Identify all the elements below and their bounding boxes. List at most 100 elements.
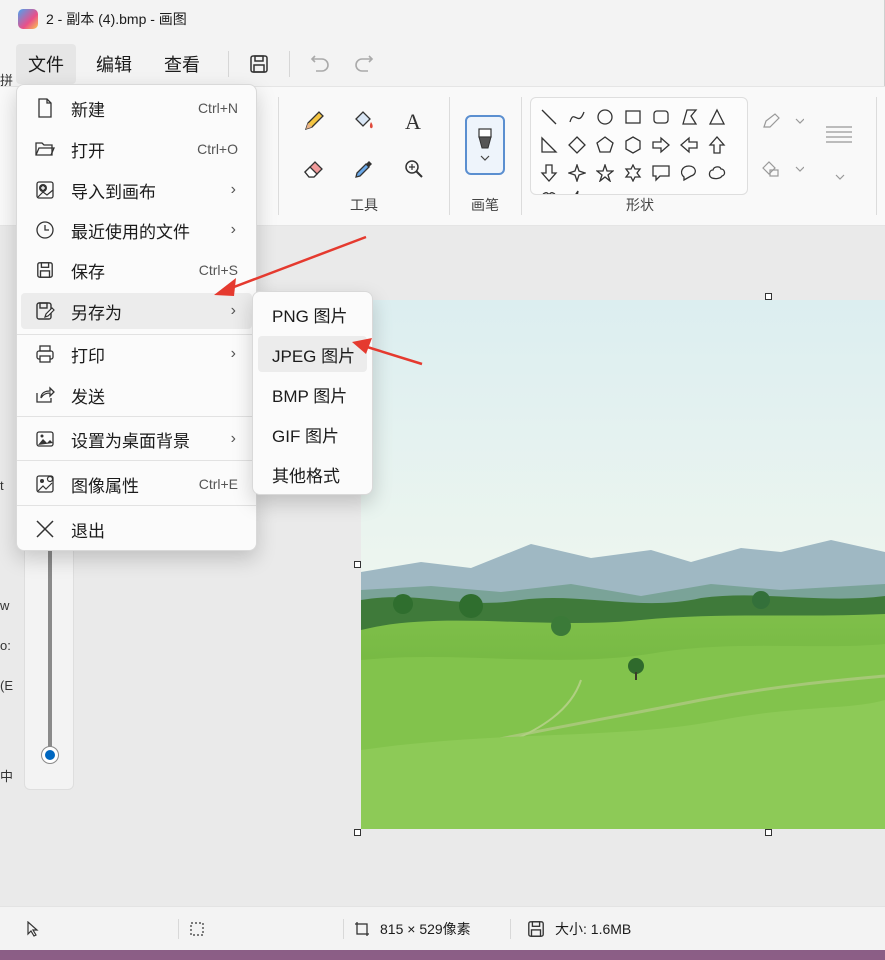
menu-file[interactable]: 文件 [16, 44, 76, 84]
desktop-background-icon [33, 427, 57, 451]
toolbar-separator [289, 51, 290, 77]
status-bar: 815 × 529像素 大小: 1.6MB [0, 906, 885, 950]
menu-item-label: 保存 [71, 262, 105, 282]
shape-fill-icon[interactable] [758, 153, 806, 185]
pointer-icon [27, 920, 39, 937]
ribbon-separator [278, 97, 279, 215]
magnifier-icon[interactable] [398, 153, 430, 185]
five-point-star-shape-icon[interactable] [594, 162, 616, 184]
redo-icon[interactable] [346, 46, 382, 82]
menu-separator [17, 416, 256, 417]
undo-icon[interactable] [302, 46, 338, 82]
menu-item-new[interactable]: 新建 Ctrl+N [21, 90, 252, 126]
down-arrow-shape-icon[interactable] [538, 162, 560, 184]
shapes-gallery [530, 97, 748, 195]
menu-item-label: 新建 [71, 100, 105, 120]
title-bar: 2 - 副本 (4).bmp - 画图 [0, 0, 885, 38]
menu-item-save-as[interactable]: 另存为 › [21, 293, 252, 329]
resize-handle-left[interactable] [354, 561, 361, 568]
landscape-image [361, 300, 885, 829]
triangle-shape-icon[interactable] [706, 106, 728, 128]
oval-callout-shape-icon[interactable] [678, 162, 700, 184]
printer-icon [33, 342, 57, 366]
brushes-group: 画笔 [450, 95, 520, 219]
zoom-slider-thumb[interactable] [42, 747, 58, 763]
eraser-icon[interactable] [298, 153, 330, 185]
resize-handle-bottom-left[interactable] [354, 829, 361, 836]
brush-button[interactable] [465, 115, 505, 175]
menu-item-recent[interactable]: 最近使用的文件 › [21, 212, 252, 248]
resize-handle-bottom[interactable] [765, 829, 772, 836]
text-icon[interactable]: A [398, 105, 430, 137]
diamond-shape-icon[interactable] [566, 134, 588, 156]
heart-shape-icon[interactable] [538, 188, 560, 194]
menu-item-print[interactable]: 打印 › [21, 336, 252, 372]
edge-text: 中 [0, 769, 14, 784]
save-as-icon [33, 299, 57, 323]
chevron-right-icon: › [230, 221, 236, 238]
brushes-group-label: 画笔 [471, 197, 499, 213]
new-file-icon [33, 96, 57, 120]
pentagon-shape-icon[interactable] [594, 134, 616, 156]
file-size-text: 大小: 1.6MB [555, 920, 632, 937]
zoom-slider-panel [24, 520, 74, 790]
oval-shape-icon[interactable] [594, 106, 616, 128]
menu-item-label: 图像属性 [71, 476, 139, 496]
curve-shape-icon[interactable] [566, 106, 588, 128]
lightning-shape-icon[interactable] [566, 188, 588, 194]
toolbar-separator [228, 51, 229, 77]
selection-size [179, 907, 343, 950]
shape-outline-icon[interactable] [758, 105, 806, 137]
menu-item-open[interactable]: 打开 Ctrl+O [21, 131, 252, 167]
selection-icon [190, 921, 204, 936]
menu-item-exit[interactable]: 退出 [21, 511, 252, 547]
edge-text: 拼 [0, 73, 14, 88]
line-shape-icon[interactable] [538, 106, 560, 128]
edge-text: o: [0, 638, 11, 653]
resize-handle-top[interactable] [765, 293, 772, 300]
menu-item-save[interactable]: 保存 Ctrl+S [21, 252, 252, 288]
menu-item-import[interactable]: 导入到画布 › [21, 172, 252, 208]
save-as-bmp[interactable]: BMP 图片 [258, 376, 367, 412]
pencil-icon[interactable] [298, 105, 330, 137]
menu-item-image-properties[interactable]: 图像属性 Ctrl+E [21, 466, 252, 502]
chevron-right-icon: › [230, 302, 236, 319]
right-arrow-shape-icon[interactable] [650, 134, 672, 156]
menu-item-send[interactable]: 发送 [21, 377, 252, 413]
cursor-position [0, 907, 178, 950]
rectangle-shape-icon[interactable] [622, 106, 644, 128]
save-as-jpeg[interactable]: JPEG 图片 [258, 336, 367, 372]
left-arrow-shape-icon[interactable] [678, 134, 700, 156]
hexagon-shape-icon[interactable] [622, 134, 644, 156]
file-menu: 新建 Ctrl+N 打开 Ctrl+O 导入到画布 › 最近使用的文件 › 保存… [16, 84, 257, 551]
fill-bucket-icon[interactable] [348, 105, 380, 137]
shape-size-icon[interactable] [820, 119, 860, 151]
four-point-star-shape-icon[interactable] [566, 162, 588, 184]
menu-item-label: 发送 [71, 387, 105, 407]
cloud-callout-shape-icon[interactable] [706, 162, 728, 184]
menu-item-label: 退出 [71, 521, 105, 541]
polygon-shape-icon[interactable] [678, 106, 700, 128]
menu-separator [17, 460, 256, 461]
chevron-right-icon: › [230, 181, 236, 198]
chevron-down-icon [480, 155, 490, 161]
save-icon[interactable] [241, 46, 277, 82]
rect-callout-shape-icon[interactable] [650, 162, 672, 184]
up-arrow-shape-icon[interactable] [706, 134, 728, 156]
menu-item-set-wallpaper[interactable]: 设置为桌面背景 › [21, 421, 252, 457]
menu-separator [17, 334, 256, 335]
right-triangle-shape-icon[interactable] [538, 134, 560, 156]
chevron-down-icon[interactable] [826, 161, 854, 193]
save-as-other-formats[interactable]: 其他格式 [258, 456, 367, 492]
menu-edit[interactable]: 编辑 [84, 44, 144, 84]
menu-bar: 文件 编辑 查看 [0, 42, 885, 86]
rounded-rectangle-shape-icon[interactable] [650, 106, 672, 128]
save-as-submenu: PNG 图片 JPEG 图片 BMP 图片 GIF 图片 其他格式 [252, 291, 373, 495]
menu-view[interactable]: 查看 [152, 44, 212, 84]
color-picker-icon[interactable] [348, 153, 380, 185]
six-point-star-shape-icon[interactable] [622, 162, 644, 184]
zoom-slider-track[interactable] [48, 521, 52, 751]
canvas-image[interactable] [361, 300, 885, 829]
save-as-png[interactable]: PNG 图片 [258, 296, 367, 332]
save-as-gif[interactable]: GIF 图片 [258, 416, 367, 452]
